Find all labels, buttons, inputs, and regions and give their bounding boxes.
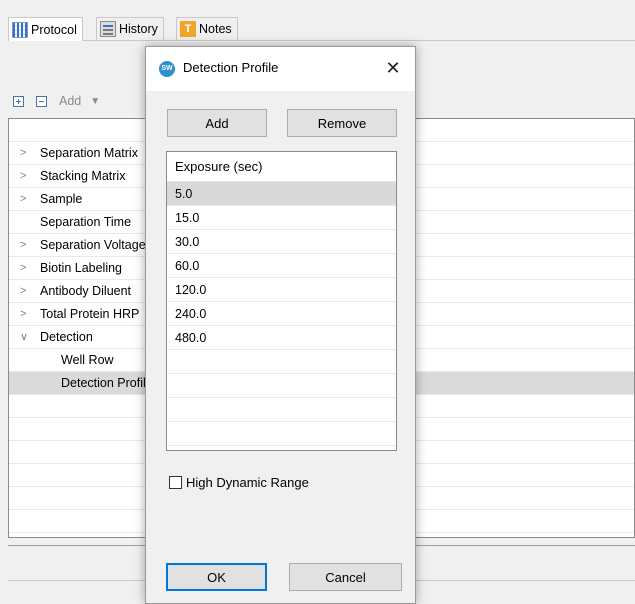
chevron-right-icon[interactable]: > (20, 303, 26, 325)
list-item[interactable] (167, 422, 396, 446)
tab-protocol[interactable]: Protocol (8, 17, 83, 41)
tree-row-label: Separation Matrix (40, 146, 138, 160)
add-exposure-button[interactable]: Add (167, 109, 267, 137)
tab-notes[interactable]: Notes (176, 17, 238, 40)
list-item[interactable]: 240.0 (167, 302, 396, 326)
chevron-right-icon[interactable]: > (20, 234, 26, 256)
list-item[interactable] (167, 374, 396, 398)
list-item[interactable]: 480.0 (167, 326, 396, 350)
list-item[interactable]: 5.0 (167, 182, 396, 206)
expand-all-icon[interactable] (13, 95, 24, 107)
add-dropdown-button[interactable]: Add (59, 94, 81, 108)
tree-row-label: Antibody Diluent (40, 284, 132, 298)
protocol-icon (12, 21, 28, 38)
list-item[interactable] (167, 398, 396, 422)
app-logo-icon (159, 61, 175, 77)
list-item[interactable]: 15.0 (167, 206, 396, 230)
tab-label: Notes (199, 22, 232, 36)
chevron-right-icon[interactable]: > (20, 165, 26, 187)
tab-bar: Protocol History Notes (8, 12, 635, 41)
chevron-down-icon[interactable]: ▼ (90, 96, 100, 107)
tree-row-label: Separation Time (40, 215, 132, 229)
list-item[interactable]: 30.0 (167, 230, 396, 254)
remove-exposure-button[interactable]: Remove (287, 109, 397, 137)
chevron-right-icon[interactable]: > (20, 188, 26, 210)
tree-toolbar: Add ▼ (8, 90, 100, 112)
detection-profile-dialog: Detection Profile ✕ Add Remove Exposure … (145, 46, 416, 604)
tree-row-label: Detection Profile (61, 376, 153, 390)
tree-row-label: Biotin Labeling (40, 261, 123, 275)
tab-label: History (119, 22, 158, 36)
tree-row-label: Stacking Matrix (40, 169, 126, 183)
tree-row-label: Sample (40, 192, 83, 206)
high-dynamic-range-label: High Dynamic Range (186, 475, 309, 490)
tree-row-label: Separation Voltage (40, 238, 146, 252)
tree-row-label: Total Protein HRP (40, 307, 140, 321)
dialog-title-bar: Detection Profile ✕ (146, 47, 415, 91)
ok-button[interactable]: OK (166, 563, 267, 591)
collapse-all-icon[interactable] (36, 95, 47, 107)
exposure-column-header: Exposure (sec) (167, 152, 396, 182)
list-item[interactable]: 120.0 (167, 278, 396, 302)
high-dynamic-range-checkbox[interactable]: High Dynamic Range (169, 475, 309, 490)
notes-icon (180, 21, 196, 37)
history-icon (100, 21, 116, 37)
close-icon[interactable]: ✕ (381, 56, 405, 80)
tab-label: Protocol (31, 22, 77, 37)
list-item[interactable]: 60.0 (167, 254, 396, 278)
chevron-right-icon[interactable]: > (20, 280, 26, 302)
tree-row-label: Well Row (61, 353, 114, 367)
chevron-down-icon[interactable]: ∨ (20, 326, 28, 348)
tab-history[interactable]: History (96, 17, 164, 40)
exposure-list: Exposure (sec) 5.0 15.0 30.0 60.0 120.0 240.0… (166, 151, 397, 451)
tree-row-label: Detection (40, 330, 93, 344)
chevron-right-icon[interactable]: > (20, 142, 26, 164)
list-item[interactable] (167, 350, 396, 374)
dialog-title: Detection Profile (183, 60, 279, 75)
chevron-right-icon[interactable]: > (20, 257, 26, 279)
cancel-button[interactable]: Cancel (289, 563, 402, 591)
checkbox-box[interactable] (169, 476, 182, 489)
